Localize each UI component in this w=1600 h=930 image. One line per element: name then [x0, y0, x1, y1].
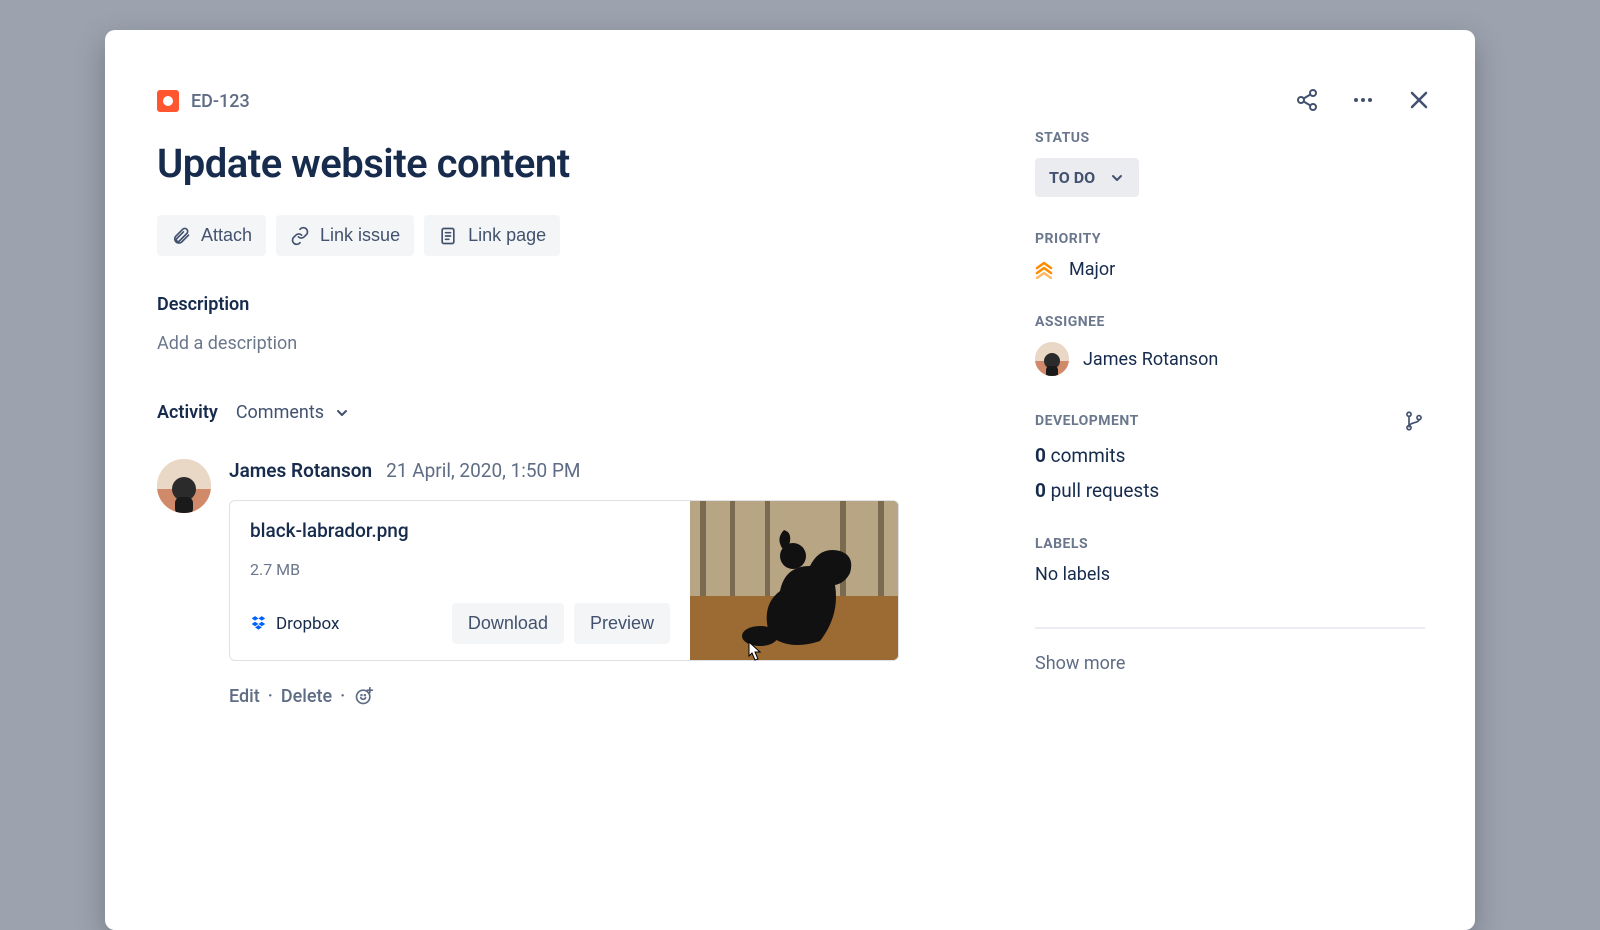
thumbnail-image — [690, 501, 898, 660]
priority-major-icon — [1035, 261, 1053, 279]
attach-button[interactable]: Attach — [157, 215, 266, 256]
attachment-filename: black-labrador.png — [250, 519, 670, 542]
share-button[interactable] — [1293, 86, 1321, 114]
commits-count: 0 — [1035, 444, 1046, 467]
description-label: Description — [157, 294, 975, 315]
assignee-name: James Rotanson — [1083, 349, 1218, 370]
attachment-thumbnail[interactable] — [690, 501, 898, 660]
side-panel-fields: STATUS TO DO PRIORITY Major ASSIGNEE — [1035, 86, 1425, 674]
dialog-top-actions — [1293, 86, 1433, 114]
assignee-label: ASSIGNEE — [1035, 314, 1425, 330]
comment-author-avatar[interactable] — [157, 459, 211, 513]
side-divider — [1035, 627, 1425, 629]
link-page-label: Link page — [468, 225, 546, 246]
issue-type-icon — [157, 90, 179, 112]
pull-requests-count: 0 — [1035, 479, 1046, 502]
pull-requests-word: pull requests — [1051, 479, 1160, 502]
attachment-source-label: Dropbox — [276, 614, 340, 634]
issue-dialog: ED-123 Update website content Attach Lin… — [105, 30, 1475, 930]
priority-field[interactable]: PRIORITY Major — [1035, 231, 1425, 280]
comment-header: James Rotanson 21 April, 2020, 1:50 PM — [229, 459, 975, 482]
link-icon — [290, 226, 310, 246]
attachment-card[interactable]: black-labrador.png 2.7 MB Dropbox Downlo… — [229, 500, 899, 661]
pull-requests-line[interactable]: 0 pull requests — [1035, 479, 1425, 502]
separator: · — [340, 686, 345, 707]
attach-label: Attach — [201, 225, 252, 246]
issue-side-panel: STATUS TO DO PRIORITY Major ASSIGNEE — [1035, 30, 1475, 930]
close-button[interactable] — [1405, 86, 1433, 114]
issue-main-column: ED-123 Update website content Attach Lin… — [105, 30, 1035, 930]
labels-field[interactable]: LABELS No labels — [1035, 536, 1425, 585]
description-placeholder[interactable]: Add a description — [157, 333, 975, 354]
development-label: DEVELOPMENT — [1035, 413, 1139, 429]
status-value: TO DO — [1049, 168, 1095, 187]
priority-label: PRIORITY — [1035, 231, 1425, 247]
download-label: Download — [468, 613, 548, 634]
breadcrumb[interactable]: ED-123 — [157, 90, 975, 112]
comment-actions: Edit · Delete · — [229, 685, 975, 707]
attachment-actions: Download Preview — [452, 603, 670, 644]
comment: James Rotanson 21 April, 2020, 1:50 PM b… — [157, 459, 975, 707]
assignee-avatar — [1035, 342, 1069, 376]
activity-filter-dropdown[interactable]: Comments — [236, 402, 350, 423]
add-reaction-button[interactable] — [353, 685, 375, 707]
download-button[interactable]: Download — [452, 603, 564, 644]
create-branch-button[interactable] — [1403, 410, 1425, 432]
activity-filter-value: Comments — [236, 402, 324, 423]
more-actions-button[interactable] — [1349, 86, 1377, 114]
preview-button[interactable]: Preview — [574, 603, 670, 644]
chevron-down-icon — [1109, 170, 1125, 186]
git-branch-icon — [1404, 411, 1424, 431]
dropbox-icon — [250, 615, 268, 633]
show-more-link[interactable]: Show more — [1035, 653, 1125, 674]
comment-author-name[interactable]: James Rotanson — [229, 459, 372, 482]
labels-value: No labels — [1035, 564, 1110, 585]
issue-actions-toolbar: Attach Link issue Link page — [157, 215, 975, 256]
activity-label: Activity — [157, 402, 218, 423]
emoji-add-icon — [354, 686, 374, 706]
chevron-down-icon — [334, 405, 350, 421]
assignee-field[interactable]: ASSIGNEE James Rotanson — [1035, 314, 1425, 376]
comment-delete-link[interactable]: Delete — [281, 686, 332, 707]
status-label: STATUS — [1035, 130, 1425, 146]
comment-timestamp: 21 April, 2020, 1:50 PM — [386, 459, 580, 482]
attachment-source[interactable]: Dropbox — [250, 614, 340, 634]
activity-header: Activity Comments — [157, 402, 975, 423]
attachment-filesize: 2.7 MB — [250, 560, 670, 579]
more-horizontal-icon — [1351, 88, 1375, 112]
priority-value: Major — [1069, 259, 1115, 280]
labels-label: LABELS — [1035, 536, 1425, 552]
comment-edit-link[interactable]: Edit — [229, 686, 260, 707]
commits-word: commits — [1051, 444, 1126, 467]
avatar-image — [157, 459, 211, 513]
close-icon — [1407, 88, 1431, 112]
page-icon — [438, 226, 458, 246]
issue-key: ED-123 — [191, 91, 250, 112]
separator: · — [268, 686, 273, 707]
comment-body: James Rotanson 21 April, 2020, 1:50 PM b… — [229, 459, 975, 707]
preview-label: Preview — [590, 613, 654, 634]
paperclip-icon — [171, 226, 191, 246]
link-page-button[interactable]: Link page — [424, 215, 560, 256]
development-field: DEVELOPMENT 0 commits 0 pull requests — [1035, 410, 1425, 502]
commits-line[interactable]: 0 commits — [1035, 444, 1425, 467]
issue-title[interactable]: Update website content — [157, 140, 975, 187]
attachment-footer: Dropbox Download Preview — [250, 603, 670, 644]
link-issue-label: Link issue — [320, 225, 400, 246]
link-issue-button[interactable]: Link issue — [276, 215, 414, 256]
attachment-info: black-labrador.png 2.7 MB Dropbox Downlo… — [230, 501, 690, 660]
share-icon — [1295, 88, 1319, 112]
status-dropdown[interactable]: TO DO — [1035, 158, 1139, 197]
